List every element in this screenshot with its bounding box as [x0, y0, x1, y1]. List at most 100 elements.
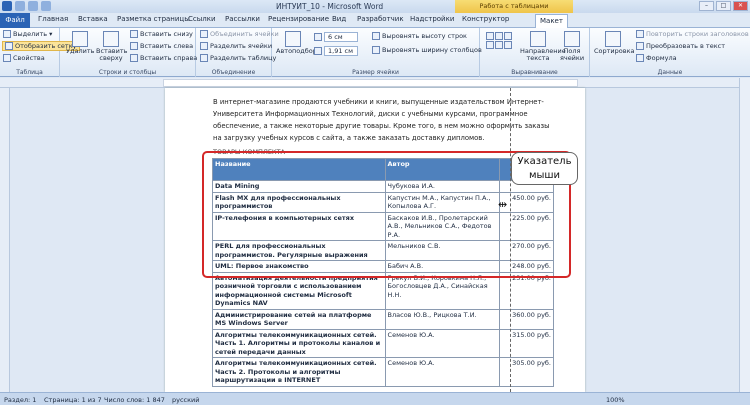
autofit-icon	[285, 31, 301, 47]
merge-icon	[200, 30, 208, 38]
group-label: Таблица	[16, 69, 43, 76]
insert-left-icon	[130, 42, 138, 50]
repeat-header-rows-button[interactable]: Повторить строки заголовков	[636, 30, 749, 38]
width-field[interactable]: 1,91 см	[314, 46, 358, 56]
quick-access-toolbar	[2, 1, 51, 11]
grid-icon	[5, 42, 13, 50]
split-table-icon	[200, 54, 208, 62]
align-center-icon[interactable]	[495, 41, 503, 49]
distribute-rows-button[interactable]: Выровнять высоту строк	[372, 32, 467, 40]
tab-page-layout[interactable]: Разметка страницы	[117, 15, 190, 23]
tab-review[interactable]: Рецензирование	[268, 15, 329, 23]
tab-references[interactable]: Ссылки	[188, 15, 216, 23]
tab-view[interactable]: Вид	[332, 15, 346, 23]
align-top-center-icon[interactable]	[495, 32, 503, 40]
alignment-grid[interactable]	[486, 32, 512, 49]
sort-icon	[605, 31, 621, 47]
align-top-left-icon[interactable]	[486, 32, 494, 40]
window-controls: – □ ✕	[699, 1, 748, 11]
cell-price[interactable]: 305.00 руб.	[499, 357, 554, 387]
status-language[interactable]: русский	[172, 396, 200, 404]
cell-price[interactable]: 315.00 руб.	[499, 328, 554, 358]
table-row: Алгоритмы телекоммуникационных сетей. Ча…	[212, 328, 554, 358]
cell-author[interactable]: Власов Ю.В., Рицкова Т.И.	[384, 308, 501, 330]
text-direction-button[interactable]: Направление текста	[520, 31, 566, 62]
group-merge: Объединить ячейки Разделить ячейки Разде…	[196, 28, 279, 77]
insert-below-button[interactable]: Вставить снизу	[130, 30, 193, 38]
table-row: Алгоритмы телекоммуникационных сетей. Ча…	[212, 357, 554, 387]
distribute-rows-icon	[372, 32, 380, 40]
align-top-right-icon[interactable]	[504, 32, 512, 40]
delete-icon	[72, 31, 88, 47]
cell-margins-icon	[564, 31, 580, 47]
resize-cursor-icon: ⇹	[498, 198, 508, 211]
close-icon[interactable]: ✕	[733, 1, 748, 11]
group-alignment: Направление текста Поля ячейки Выравнива…	[480, 28, 590, 77]
tab-mailings[interactable]: Рассылки	[225, 15, 260, 23]
status-zoom[interactable]: 100%	[606, 396, 625, 404]
minimize-icon[interactable]: –	[699, 1, 714, 11]
align-middle-right-icon[interactable]	[504, 41, 512, 49]
group-cell-size: Автоподбор 6 см 1,91 см Выровнять высоту…	[272, 28, 482, 77]
convert-to-text-button[interactable]: Преобразовать в текст	[636, 42, 725, 50]
vertical-ruler[interactable]	[0, 88, 10, 392]
title-bar: ИНТУИТ_10 - Microsoft Word Работа с табл…	[0, 0, 750, 13]
tab-design[interactable]: Конструктор	[462, 15, 509, 23]
distribute-columns-button[interactable]: Выровнять ширину столбцов	[372, 46, 482, 54]
cell-name[interactable]: Алгоритмы телекоммуникационных сетей. Ча…	[212, 357, 386, 387]
group-table: Выделить ▾ Отобразить сетку Свойства Таб…	[0, 28, 80, 77]
select-icon	[3, 30, 11, 38]
cell-name[interactable]: Алгоритмы телекоммуникационных сетей. Ча…	[212, 328, 386, 358]
repeat-header-icon	[636, 30, 644, 38]
autofit-button[interactable]: Автоподбор	[276, 31, 317, 55]
tab-layout[interactable]: Макет	[535, 14, 568, 28]
status-page[interactable]: Страница: 1 из 7	[44, 396, 102, 404]
ruler-text-area	[163, 79, 578, 87]
ribbon-tabs: Файл Главная Вставка Разметка страницы С…	[0, 13, 750, 28]
context-tab-label: Работа с таблицами	[455, 0, 573, 13]
status-section[interactable]: Раздел: 1	[4, 396, 36, 404]
tab-addins[interactable]: Надстройки	[410, 15, 454, 23]
tab-insert[interactable]: Вставка	[78, 15, 108, 23]
insert-below-icon	[130, 30, 138, 38]
properties-button[interactable]: Свойства	[3, 54, 45, 62]
save-icon[interactable]	[15, 1, 25, 11]
properties-icon	[3, 54, 11, 62]
sort-button[interactable]: Сортировка	[594, 31, 635, 55]
insert-left-button[interactable]: Вставить слева	[130, 42, 193, 50]
formula-icon	[636, 54, 644, 62]
row-height-icon	[314, 33, 322, 41]
split-cells-icon	[200, 42, 208, 50]
merge-cells-button[interactable]: Объединить ячейки	[200, 30, 279, 38]
word-logo-icon[interactable]	[2, 1, 12, 11]
select-button[interactable]: Выделить ▾	[3, 30, 52, 38]
group-label: Выравнивание	[511, 69, 558, 76]
cell-name[interactable]: Администрирование сетей на платформе MS …	[212, 308, 386, 330]
tab-home[interactable]: Главная	[38, 15, 68, 23]
status-words[interactable]: Число слов: 1 847	[104, 396, 165, 404]
formula-button[interactable]: Формула	[636, 54, 677, 62]
height-field[interactable]: 6 см	[314, 32, 358, 42]
maximize-icon[interactable]: □	[716, 1, 731, 11]
tab-file[interactable]: Файл	[0, 13, 30, 28]
window-title: ИНТУИТ_10 - Microsoft Word	[276, 2, 384, 11]
vertical-scrollbar[interactable]	[739, 78, 750, 392]
insert-right-button[interactable]: Вставить справа	[130, 54, 197, 62]
split-table-button[interactable]: Разделить таблицу	[200, 54, 276, 62]
undo-icon[interactable]	[28, 1, 38, 11]
redo-icon[interactable]	[41, 1, 51, 11]
cell-margins-button[interactable]: Поля ячейки	[558, 31, 586, 62]
distribute-columns-icon	[372, 46, 380, 54]
align-middle-left-icon[interactable]	[486, 41, 494, 49]
horizontal-ruler[interactable]	[0, 78, 750, 88]
split-cells-button[interactable]: Разделить ячейки	[200, 42, 272, 50]
cell-author[interactable]: Семенов Ю.А.	[384, 328, 501, 358]
cell-author[interactable]: Семенов Ю.А.	[384, 357, 501, 387]
tab-developer[interactable]: Разработчик	[357, 15, 404, 23]
delete-button[interactable]: Удалить	[66, 31, 94, 55]
group-label: Данные	[657, 69, 683, 76]
column-width-icon	[314, 47, 322, 55]
insert-above-button[interactable]: Вставить сверху	[96, 31, 127, 62]
cell-price[interactable]: 360.00 руб.	[499, 308, 554, 330]
mouse-pointer-callout: Указатель мыши	[511, 152, 578, 185]
